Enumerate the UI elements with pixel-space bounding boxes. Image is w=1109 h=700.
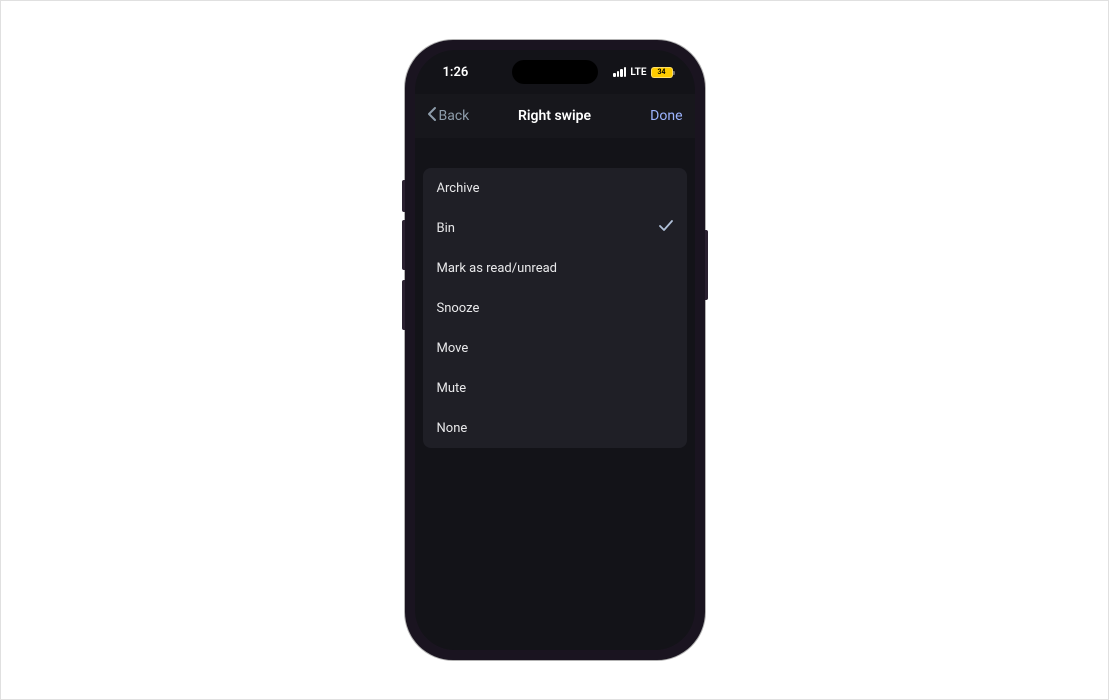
option-label: Mute [437,381,467,396]
swipe-options-list: Archive Bin Mark as read/unread Snooze [423,168,687,448]
option-mark-read-unread[interactable]: Mark as read/unread [423,248,687,288]
battery-percent: 34 [657,68,665,76]
phone-frame: 1:26 LTE 34 [405,40,705,660]
back-label: Back [439,108,470,124]
signal-icon [613,67,626,77]
option-bin[interactable]: Bin [423,208,687,248]
content-area: Archive Bin Mark as read/unread Snooze [415,138,695,448]
chevron-left-icon [427,106,437,126]
battery-icon: 34 [651,67,673,78]
option-archive[interactable]: Archive [423,168,687,208]
option-label: None [437,421,468,436]
phone-volume-down [402,280,405,330]
phone-volume-up [402,220,405,270]
phone-power-button [705,230,708,300]
phone-silent-switch [402,180,405,212]
page-title: Right swipe [518,108,591,124]
option-label: Bin [437,221,455,236]
option-label: Archive [437,181,480,196]
option-label: Move [437,341,469,356]
back-button[interactable]: Back [427,106,470,126]
checkmark-icon [659,220,673,236]
status-time: 1:26 [443,65,469,80]
network-type: LTE [630,67,646,78]
option-snooze[interactable]: Snooze [423,288,687,328]
option-mute[interactable]: Mute [423,368,687,408]
option-label: Mark as read/unread [437,261,558,276]
navigation-bar: Back Right swipe Done [415,94,695,138]
option-move[interactable]: Move [423,328,687,368]
option-none[interactable]: None [423,408,687,448]
screen: 1:26 LTE 34 [415,50,695,650]
done-button[interactable]: Done [650,108,682,124]
option-label: Snooze [437,301,480,316]
dynamic-island [512,60,598,84]
